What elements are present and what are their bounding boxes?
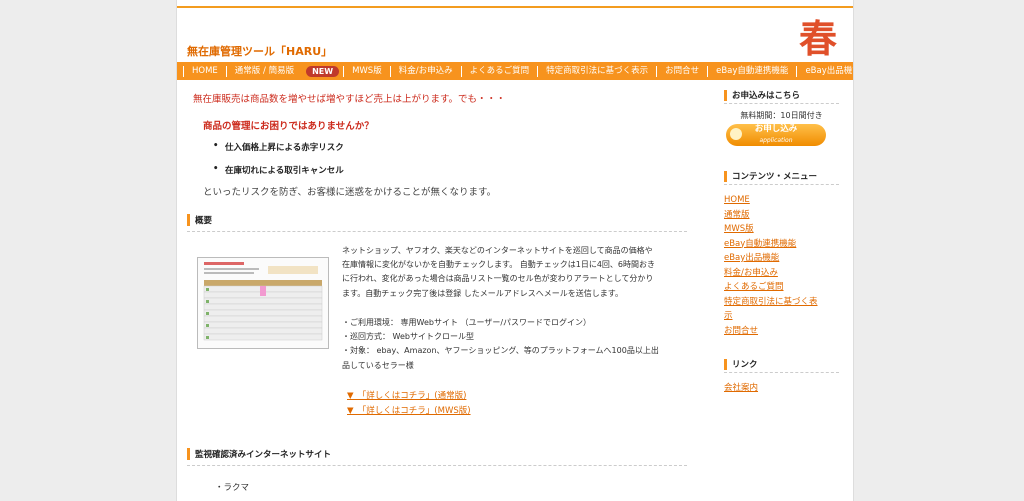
- new-badge: NEW: [306, 65, 340, 77]
- nav-contact[interactable]: お問合せ: [656, 65, 707, 77]
- spec-line: ・巡回方式： Webサイトクロール型: [342, 332, 474, 342]
- detail-link-mws[interactable]: ▼ 「詳しくはコチラ」(MWS版): [347, 404, 471, 416]
- spec-line: ・対象： ebay、Amazon、ヤフーショッピング、等のプラットフォームへ10…: [342, 346, 659, 356]
- menu-link-pricing[interactable]: 料金/お申込み: [724, 266, 839, 281]
- nav-faq[interactable]: よくあるご質問: [460, 65, 538, 77]
- spec-line: ・ご利用環境： 専用Webサイト （ユーザー/パスワードでログイン）: [342, 318, 592, 327]
- spec-line: 品しているセラー様: [342, 360, 414, 370]
- page: 無在庫管理ツール「HARU」 春 HOME 通常版 / 簡易版 NEW MWS版…: [176, 0, 854, 501]
- heading-bar: [187, 448, 190, 460]
- overview-description: ネットショップ、ヤフオク、楽天などのインターネットサイトを巡回して商品の価格や …: [342, 244, 692, 301]
- heading-bar: [187, 214, 190, 226]
- menu-link-mws[interactable]: MWS版: [724, 222, 839, 237]
- detail-link-standard[interactable]: ▼ 「詳しくはコチラ」(通常版): [347, 389, 466, 401]
- heading-bar: [724, 90, 727, 101]
- main-content: 無在庫販売は商品数を増やせば増やすほど売上は上がります。でも・・・ 商品の管理に…: [187, 80, 697, 501]
- links-title: リンク: [732, 360, 758, 370]
- screenshot-thumbnail[interactable]: [197, 257, 329, 349]
- site-item: ・ラクマ: [215, 483, 250, 493]
- links-heading: リンク: [724, 358, 839, 373]
- trial-text: 無料期間：10日間付き: [740, 111, 823, 120]
- haru-logo[interactable]: 春: [795, 14, 841, 62]
- nav-ebay-listing[interactable]: eBay出品機能: [796, 65, 853, 77]
- apply-heading: お申込みはこちら: [724, 89, 839, 104]
- menu-link-ebay-sync[interactable]: eBay自動連携機能: [724, 237, 839, 252]
- nav-mws[interactable]: MWS版: [343, 65, 390, 77]
- apply-button-label: お申し込み: [754, 124, 798, 134]
- sidebar: お申込みはこちら 無料期間：10日間付き お申し込み application コ…: [724, 80, 839, 396]
- main-nav: HOME 通常版 / 簡易版 NEW MWS版 料金/お申込み よくあるご質問 …: [177, 62, 853, 80]
- sites-heading: 監視確認済みインターネットサイト: [187, 448, 687, 466]
- top-accent-line: [177, 6, 853, 8]
- site-title: 無在庫管理ツール「HARU」: [187, 45, 333, 58]
- overview-line: 在庫情報に変化がないかを自動チェックします。 自動チェックは1日に4回、6時間お…: [342, 260, 656, 270]
- bullet-item: 仕入価格上昇による赤字リスク: [213, 141, 344, 153]
- menu-title: コンテンツ・メニュー: [732, 172, 818, 182]
- apply-button[interactable]: お申し込み application: [726, 124, 826, 146]
- overview-line: に行われ、変化があった場合は商品リスト一覧のセル色が変わりアラートとして分かり: [342, 274, 654, 284]
- nav-ebay-sync[interactable]: eBay自動連携機能: [707, 65, 796, 77]
- heading-bar: [724, 171, 727, 182]
- menu-link-legal[interactable]: 特定商取引法に基づく表: [724, 295, 839, 310]
- nav-legal[interactable]: 特定商取引法に基づく表示: [537, 65, 656, 77]
- menu-link-contact[interactable]: お問合せ: [724, 324, 839, 339]
- arrow-icon: [730, 128, 742, 140]
- link-company[interactable]: 会社案内: [724, 381, 839, 396]
- lead-text: 無在庫販売は商品数を増やせば増やすほど売上は上がります。でも・・・: [193, 94, 506, 105]
- menu-heading: コンテンツ・メニュー: [724, 170, 839, 185]
- nav-standard[interactable]: 通常版 / 簡易版: [225, 65, 302, 77]
- svg-text:春: 春: [799, 16, 837, 61]
- apply-title: お申込みはこちら: [732, 91, 801, 101]
- spec-list: ・ご利用環境： 専用Webサイト （ユーザー/パスワードでログイン） ・巡回方式…: [342, 316, 692, 373]
- overview-heading: 概要: [187, 214, 687, 232]
- overview-line: ネットショップ、ヤフオク、楽天などのインターネットサイトを巡回して商品の価格や: [342, 246, 653, 255]
- bullet-item: 在庫切れによる取引キャンセル: [213, 164, 344, 176]
- menu-link-legal-cont[interactable]: 示: [724, 309, 839, 324]
- overview-line: ます。自動チェック完了後は登録 したメールアドレスへメールを送信します。: [342, 288, 623, 298]
- menu-link-ebay-listing[interactable]: eBay出品機能: [724, 251, 839, 266]
- overview-title: 概要: [195, 216, 213, 226]
- menu-link-home[interactable]: HOME: [724, 193, 839, 208]
- heading-bar: [724, 359, 727, 370]
- question-heading: 商品の管理にお困りではありませんか？: [203, 121, 374, 132]
- closing-text: といったリスクを防ぎ、お客様に迷惑をかけることが無くなります。: [203, 187, 497, 198]
- menu-link-faq[interactable]: よくあるご質問: [724, 280, 839, 295]
- sites-title: 監視確認済みインターネットサイト: [195, 450, 332, 460]
- nav-home[interactable]: HOME: [183, 65, 226, 77]
- nav-pricing[interactable]: 料金/お申込み: [389, 65, 461, 77]
- menu-link-standard[interactable]: 通常版: [724, 208, 839, 223]
